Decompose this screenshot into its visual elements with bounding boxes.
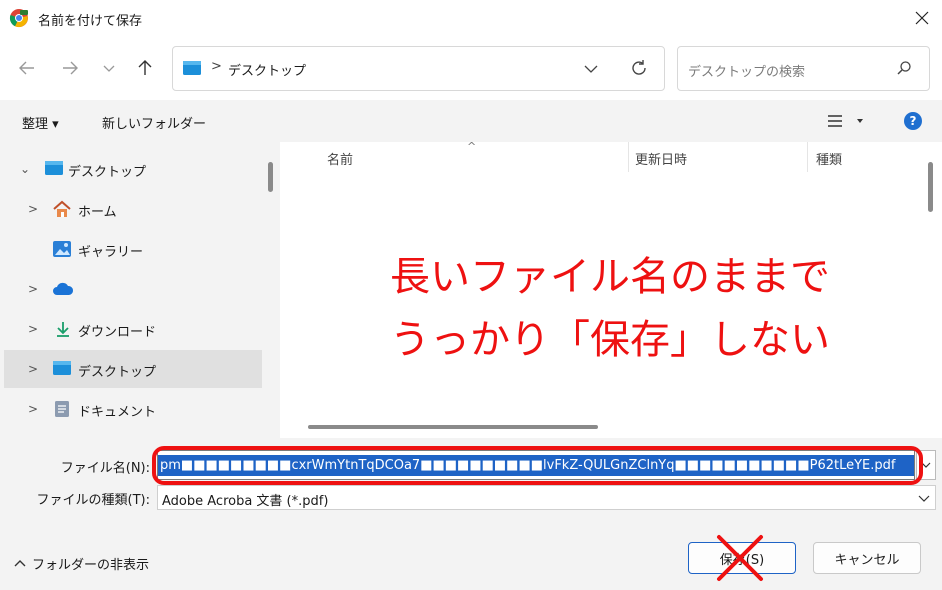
column-divider[interactable] (807, 142, 808, 172)
sidebar-item-documents[interactable]: > ドキュメント (4, 390, 262, 428)
main-area: ⌄ デスクトップ > ホーム ギャラリー > > ダウンロード > デスクトップ (0, 140, 942, 438)
sidebar-item-label: ギャラリー (78, 245, 144, 260)
new-folder-button[interactable]: 新しいフォルダー (102, 113, 206, 132)
hide-folders-label: フォルダーの非表示 (32, 558, 150, 573)
column-divider[interactable] (628, 142, 629, 172)
filename-label: ファイル名(N): (60, 461, 150, 476)
search-icon[interactable] (896, 60, 912, 76)
sidebar-item-downloads[interactable]: > ダウンロード (4, 310, 262, 348)
sidebar-item-desktop[interactable]: > デスクトップ (4, 350, 262, 388)
filetype-select[interactable]: Adobe Acroba 文書 (*.pdf) (157, 485, 936, 510)
document-icon (55, 401, 69, 417)
sidebar-item-label: ダウンロード (78, 325, 157, 340)
navigation-scrollbar[interactable] (268, 162, 273, 192)
desktop-folder-icon (53, 361, 71, 375)
sidebar-item-home[interactable]: > ホーム (4, 190, 262, 228)
expander-icon[interactable]: > (28, 362, 38, 376)
expander-icon[interactable]: > (28, 322, 38, 336)
cancel-button[interactable]: キャンセル (813, 542, 921, 574)
chevron-down-icon[interactable] (918, 492, 930, 504)
address-bar[interactable]: > デスクトップ (172, 46, 665, 91)
annotation-line-1: 長いファイル名のままで (390, 254, 830, 300)
dialog-footer: フォルダーの非表示 保存(S) キャンセル (0, 518, 942, 590)
expander-icon[interactable]: > (28, 282, 38, 296)
expander-icon[interactable]: > (28, 202, 38, 216)
address-separator: > (211, 59, 222, 74)
sidebar-item-label: ドキュメント (78, 405, 157, 420)
expander-icon[interactable]: > (28, 402, 38, 416)
forward-arrow-icon[interactable] (54, 52, 86, 84)
filetype-label: ファイルの種類(T): (36, 493, 150, 508)
window-title: 名前を付けて保存 (38, 14, 143, 29)
address-history-chevron-icon[interactable] (583, 61, 599, 77)
column-header-type[interactable]: 種類 (816, 149, 842, 168)
navigation-bar: > デスクトップ デスクトップの検索 (0, 38, 942, 100)
desktop-folder-icon (45, 161, 63, 175)
file-list-pane: ^ 名前 更新日時 種類 長いファイル名のままで うっかり「保存」しない (285, 140, 942, 438)
sidebar-item-label: デスクトップ (68, 165, 147, 180)
horizontal-scrollbar[interactable] (308, 425, 598, 429)
download-icon (57, 322, 69, 337)
help-icon[interactable]: ? (904, 112, 922, 130)
expander-icon[interactable]: ⌄ (20, 162, 30, 176)
annotation-line-2: うっかり「保存」しない (390, 317, 830, 363)
home-icon (53, 200, 71, 217)
sort-indicator-icon: ^ (467, 140, 477, 153)
refresh-icon[interactable] (629, 58, 649, 78)
filetype-value: Adobe Acroba 文書 (*.pdf) (162, 494, 329, 509)
save-form: ファイル名(N): pm■■■■■■■■■cxrWmYtnTqDCOa7■■■■… (0, 438, 942, 518)
address-path[interactable]: デスクトップ (228, 60, 306, 79)
back-arrow-icon[interactable] (11, 52, 43, 84)
search-input[interactable]: デスクトップの検索 (688, 61, 805, 80)
column-header-modified[interactable]: 更新日時 (635, 149, 687, 168)
sidebar-item-onedrive[interactable]: > (4, 270, 262, 308)
sidebar-item-gallery[interactable]: ギャラリー (4, 230, 262, 268)
close-icon[interactable] (904, 2, 940, 34)
desktop-folder-icon (183, 61, 201, 75)
search-box[interactable]: デスクトップの検索 (677, 46, 930, 91)
title-bar: 名前を付けて保存 (0, 0, 942, 38)
sidebar-item-label: ホーム (78, 205, 117, 220)
filename-highlight-frame (152, 446, 923, 485)
organize-menu[interactable]: 整理 ▾ (22, 113, 59, 132)
sidebar-item-label: デスクトップ (78, 365, 157, 380)
chevron-down-icon[interactable] (93, 52, 125, 84)
sidebar-item-desktop-root[interactable]: ⌄ デスクトップ (4, 150, 262, 188)
navigation-pane: ⌄ デスクトップ > ホーム ギャラリー > > ダウンロード > デスクトップ (0, 142, 280, 438)
chevron-up-icon (14, 559, 26, 566)
red-cross-mark-icon (717, 535, 763, 581)
column-header-name[interactable]: 名前 (327, 149, 353, 168)
list-view-icon[interactable] (826, 112, 866, 134)
vertical-scrollbar[interactable] (928, 162, 933, 212)
hide-folders-toggle[interactable]: フォルダーの非表示 (14, 554, 149, 573)
onedrive-cloud-icon (53, 282, 74, 295)
chrome-app-icon (9, 9, 28, 28)
up-arrow-icon[interactable] (129, 52, 161, 84)
command-toolbar: 整理 ▾ 新しいフォルダー ? (0, 100, 942, 142)
gallery-icon (53, 241, 71, 257)
